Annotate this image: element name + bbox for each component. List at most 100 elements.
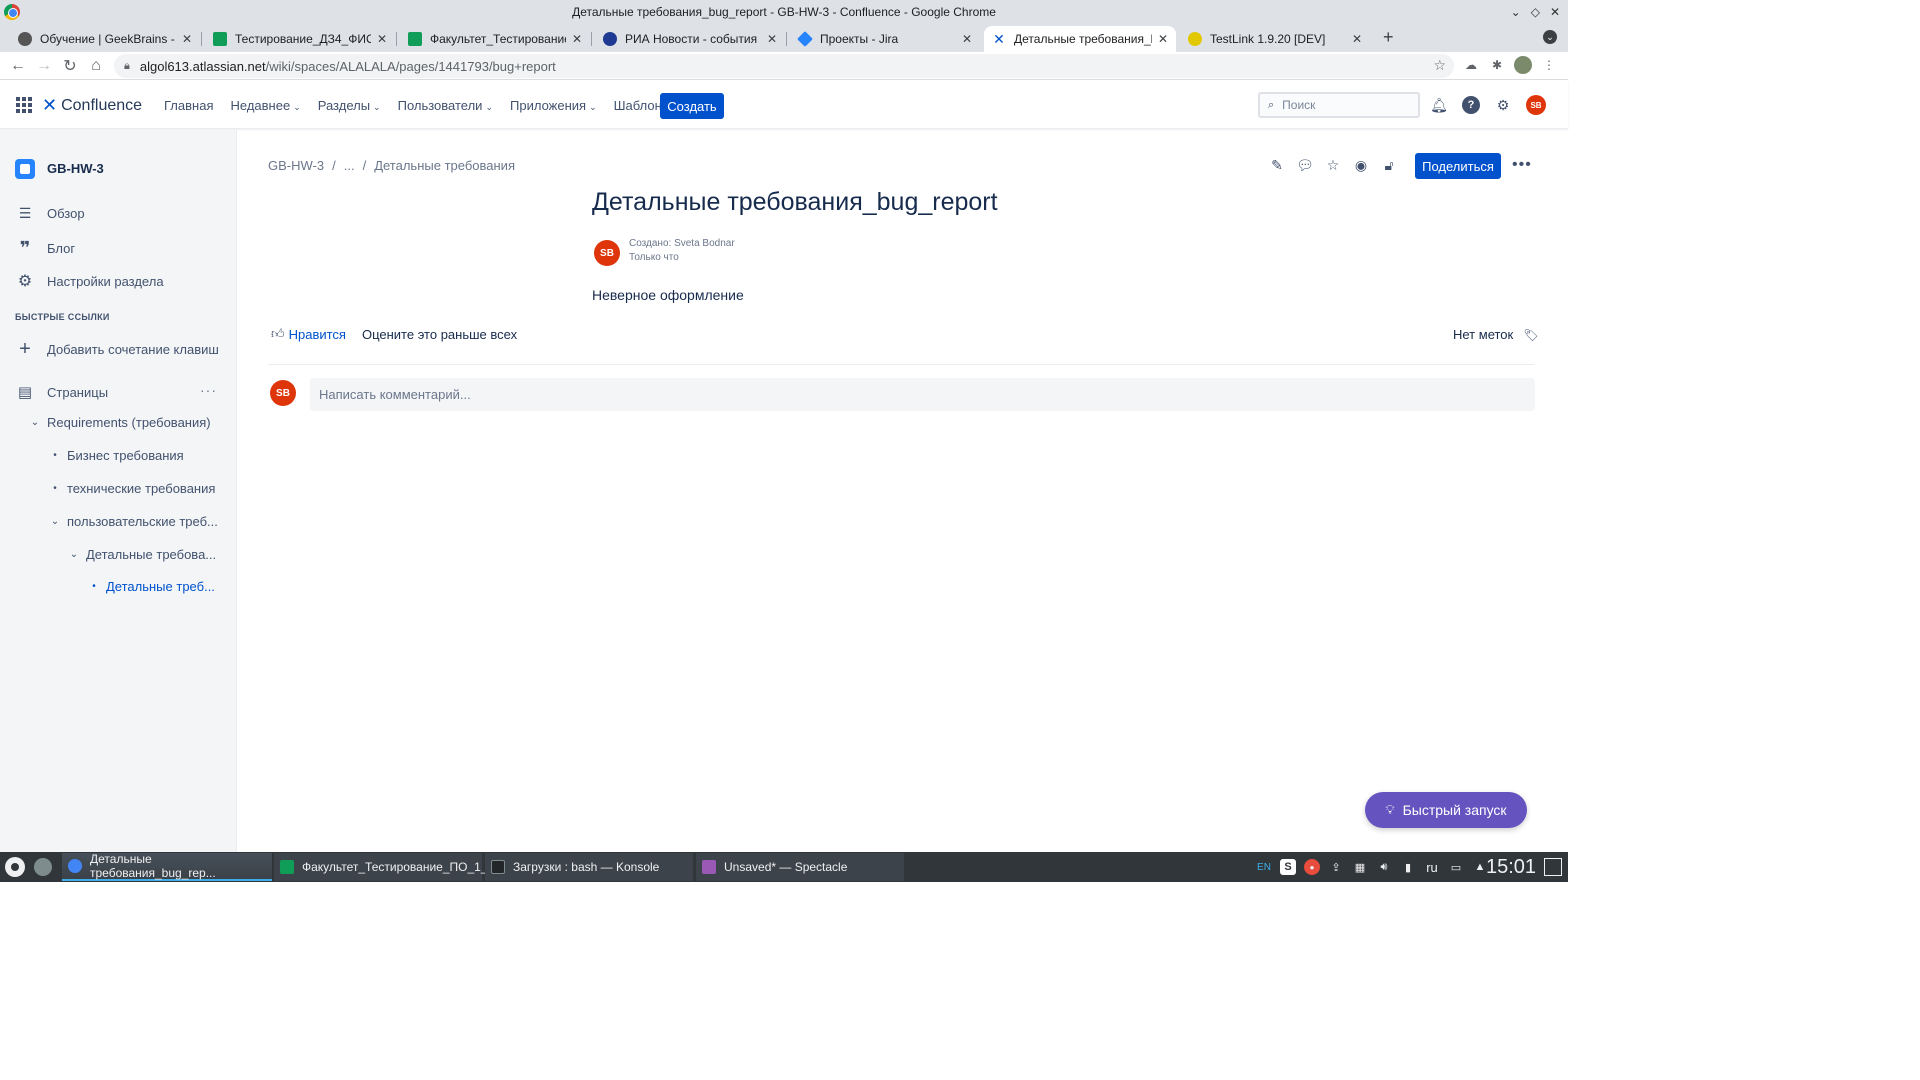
- new-tab-icon[interactable]: +: [1383, 28, 1394, 46]
- breadcrumb-ellipsis[interactable]: ...: [344, 158, 355, 173]
- tab-label: Обучение | GeekBrains - обр: [40, 32, 176, 46]
- watch-eye-icon[interactable]: ◉: [1352, 156, 1370, 174]
- sidebar-item-overview[interactable]: ☰ Обзор: [15, 205, 85, 222]
- lock-icon[interactable]: 🔒︎: [124, 60, 130, 73]
- home-icon[interactable]: ⌂: [86, 56, 106, 76]
- network-icon[interactable]: ▭: [1448, 859, 1464, 875]
- keyboard-layout-en[interactable]: EN: [1256, 859, 1272, 875]
- search-input[interactable]: ⌕ Поиск: [1258, 92, 1420, 118]
- app-switcher-icon[interactable]: [16, 97, 32, 113]
- browser-tab-geekbrains[interactable]: Обучение | GeekBrains - обр ✕: [10, 26, 200, 52]
- taskbar-app-konsole[interactable]: Загрузки : bash — Konsole: [485, 853, 693, 881]
- help-icon[interactable]: ?: [1462, 96, 1480, 114]
- more-actions-icon[interactable]: •••: [1512, 156, 1532, 174]
- close-tab-icon[interactable]: ✕: [182, 32, 192, 46]
- forward-icon[interactable]: →: [34, 56, 54, 76]
- pages-more-icon[interactable]: ···: [200, 382, 217, 398]
- create-button[interactable]: Создать: [660, 93, 724, 119]
- tab-label: Проекты - Jira: [820, 32, 899, 46]
- browser-tab-testlink[interactable]: TestLink 1.9.20 [DEV] ✕: [1180, 26, 1370, 52]
- chevron-down-icon[interactable]: ⌄: [47, 516, 63, 527]
- breadcrumb-space[interactable]: GB-HW-3: [268, 158, 324, 173]
- browser-tab-sheets-1[interactable]: Тестирование_ДЗ4_ФИО - G ✕: [205, 26, 395, 52]
- clock[interactable]: 15:01: [1486, 856, 1536, 879]
- close-tab-icon[interactable]: ✕: [1158, 32, 1168, 46]
- show-desktop-icon[interactable]: [1544, 858, 1562, 876]
- sidebar-item-pages[interactable]: ▤ Страницы: [15, 383, 108, 401]
- edit-pencil-icon[interactable]: ✎: [1268, 156, 1286, 174]
- breadcrumb-parent[interactable]: Детальные требования: [374, 158, 515, 173]
- battery-icon[interactable]: ▮: [1400, 859, 1416, 875]
- tree-item-user-requirements[interactable]: ⌄ пользовательские треб...: [47, 514, 218, 529]
- maximize-icon[interactable]: ◇: [1531, 5, 1540, 19]
- nav-people[interactable]: Пользователи ⌄: [398, 98, 493, 113]
- cloud-extension-icon[interactable]: ☁: [1462, 56, 1480, 74]
- volume-icon[interactable]: 🔊︎: [1376, 859, 1392, 875]
- tab-search-icon[interactable]: ⌄: [1543, 30, 1557, 44]
- nav-apps[interactable]: Приложения ⌄: [510, 98, 597, 113]
- nav-recent[interactable]: Недавнее ⌄: [230, 98, 300, 113]
- close-window-icon[interactable]: ✕: [1550, 5, 1560, 19]
- browser-tab-confluence[interactable]: ✕ Детальные требования_bu ✕: [984, 26, 1176, 52]
- close-tab-icon[interactable]: ✕: [962, 32, 972, 46]
- updates-icon[interactable]: ●: [1304, 859, 1320, 875]
- tree-item-detailed[interactable]: ⌄ Детальные требова...: [66, 547, 216, 562]
- user-avatar[interactable]: SB: [1526, 95, 1546, 115]
- author-avatar[interactable]: SB: [594, 240, 620, 266]
- browser-tab-sheets-2[interactable]: Факультет_Тестирование_П ✕: [400, 26, 590, 52]
- close-tab-icon[interactable]: ✕: [767, 32, 777, 46]
- close-tab-icon[interactable]: ✕: [377, 32, 387, 46]
- tree-item-label: технические требования: [67, 481, 216, 496]
- taskbar-app-sheets[interactable]: Факультет_Тестирование_ПО_1_...: [274, 853, 498, 881]
- browser-tab-jira[interactable]: Проекты - Jira ✕: [790, 26, 980, 52]
- browser-tab-ria[interactable]: РИА Новости - события в М ✕: [595, 26, 785, 52]
- back-icon[interactable]: ←: [8, 56, 28, 76]
- upload-icon[interactable]: ⇪: [1328, 859, 1344, 875]
- add-shortcut-button[interactable]: + Добавить сочетание клавиш: [15, 338, 219, 361]
- close-tab-icon[interactable]: ✕: [1352, 32, 1362, 46]
- comment-icon[interactable]: 💬︎: [1296, 156, 1314, 174]
- keyboard-layout-ru[interactable]: ru: [1424, 859, 1440, 875]
- chevron-down-icon[interactable]: ⌄: [66, 549, 82, 560]
- share-button[interactable]: Поделиться: [1415, 153, 1501, 179]
- taskbar-app-chrome[interactable]: Детальные требования_bug_rep...: [62, 852, 272, 881]
- skype-icon[interactable]: S: [1280, 859, 1296, 875]
- nav-spaces[interactable]: Разделы ⌄: [318, 98, 381, 113]
- space-name[interactable]: GB-HW-3: [47, 161, 104, 176]
- quick-launch-button[interactable]: 💡︎ Быстрый запуск: [1365, 792, 1527, 828]
- pager-icon[interactable]: [34, 858, 54, 876]
- address-bar[interactable]: 🔒︎ algol613.atlassian.net/wiki/spaces/AL…: [114, 54, 1454, 78]
- reload-icon[interactable]: ↻: [60, 56, 80, 76]
- sidebar-item-blog[interactable]: ❞ Блог: [15, 238, 75, 259]
- created-when[interactable]: Только что: [629, 251, 735, 265]
- bookmark-star-icon[interactable]: ☆: [1433, 57, 1446, 74]
- taskbar-app-label: Детальные требования_bug_rep...: [90, 852, 216, 880]
- spectacle-icon: [702, 860, 716, 874]
- settings-gear-icon[interactable]: ⚙: [1494, 96, 1512, 114]
- restrictions-lock-icon[interactable]: 🔓︎: [1380, 156, 1398, 174]
- browser-menu-icon[interactable]: ⋮: [1540, 56, 1558, 74]
- like-button[interactable]: Нравится: [289, 327, 346, 342]
- tree-item-technical[interactable]: • технические требования: [47, 481, 215, 496]
- app-launcher-icon[interactable]: [5, 857, 25, 877]
- chevron-down-icon[interactable]: ⌄: [27, 417, 43, 428]
- clipboard-icon[interactable]: ▦: [1352, 859, 1368, 875]
- created-by[interactable]: Создано: Sveta Bodnar: [629, 237, 735, 251]
- tree-item-requirements[interactable]: ⌄ Requirements (требования): [27, 415, 211, 430]
- minimize-icon[interactable]: ⌄: [1511, 5, 1521, 19]
- sidebar-item-settings[interactable]: ⚙ Настройки раздела: [15, 271, 164, 291]
- tree-item-current-page[interactable]: • Детальные треб...: [86, 579, 215, 594]
- tag-icon[interactable]: 🏷︎: [1523, 328, 1538, 342]
- extensions-puzzle-icon[interactable]: ✱: [1488, 56, 1506, 74]
- nav-home[interactable]: Главная: [164, 98, 213, 113]
- space-icon[interactable]: [15, 159, 35, 179]
- profile-avatar[interactable]: [1514, 56, 1532, 74]
- taskbar-app-spectacle[interactable]: Unsaved* — Spectacle: [696, 853, 904, 881]
- notifications-bell-icon[interactable]: 🔔︎: [1430, 96, 1448, 114]
- thumbs-up-icon[interactable]: 👍︎: [271, 326, 285, 342]
- close-tab-icon[interactable]: ✕: [572, 32, 582, 46]
- tree-item-business[interactable]: • Бизнес требования: [47, 448, 183, 463]
- comment-input[interactable]: Написать комментарий...: [310, 378, 1535, 411]
- star-icon[interactable]: ☆: [1324, 156, 1342, 174]
- confluence-logo[interactable]: ✕ Confluence: [42, 95, 142, 116]
